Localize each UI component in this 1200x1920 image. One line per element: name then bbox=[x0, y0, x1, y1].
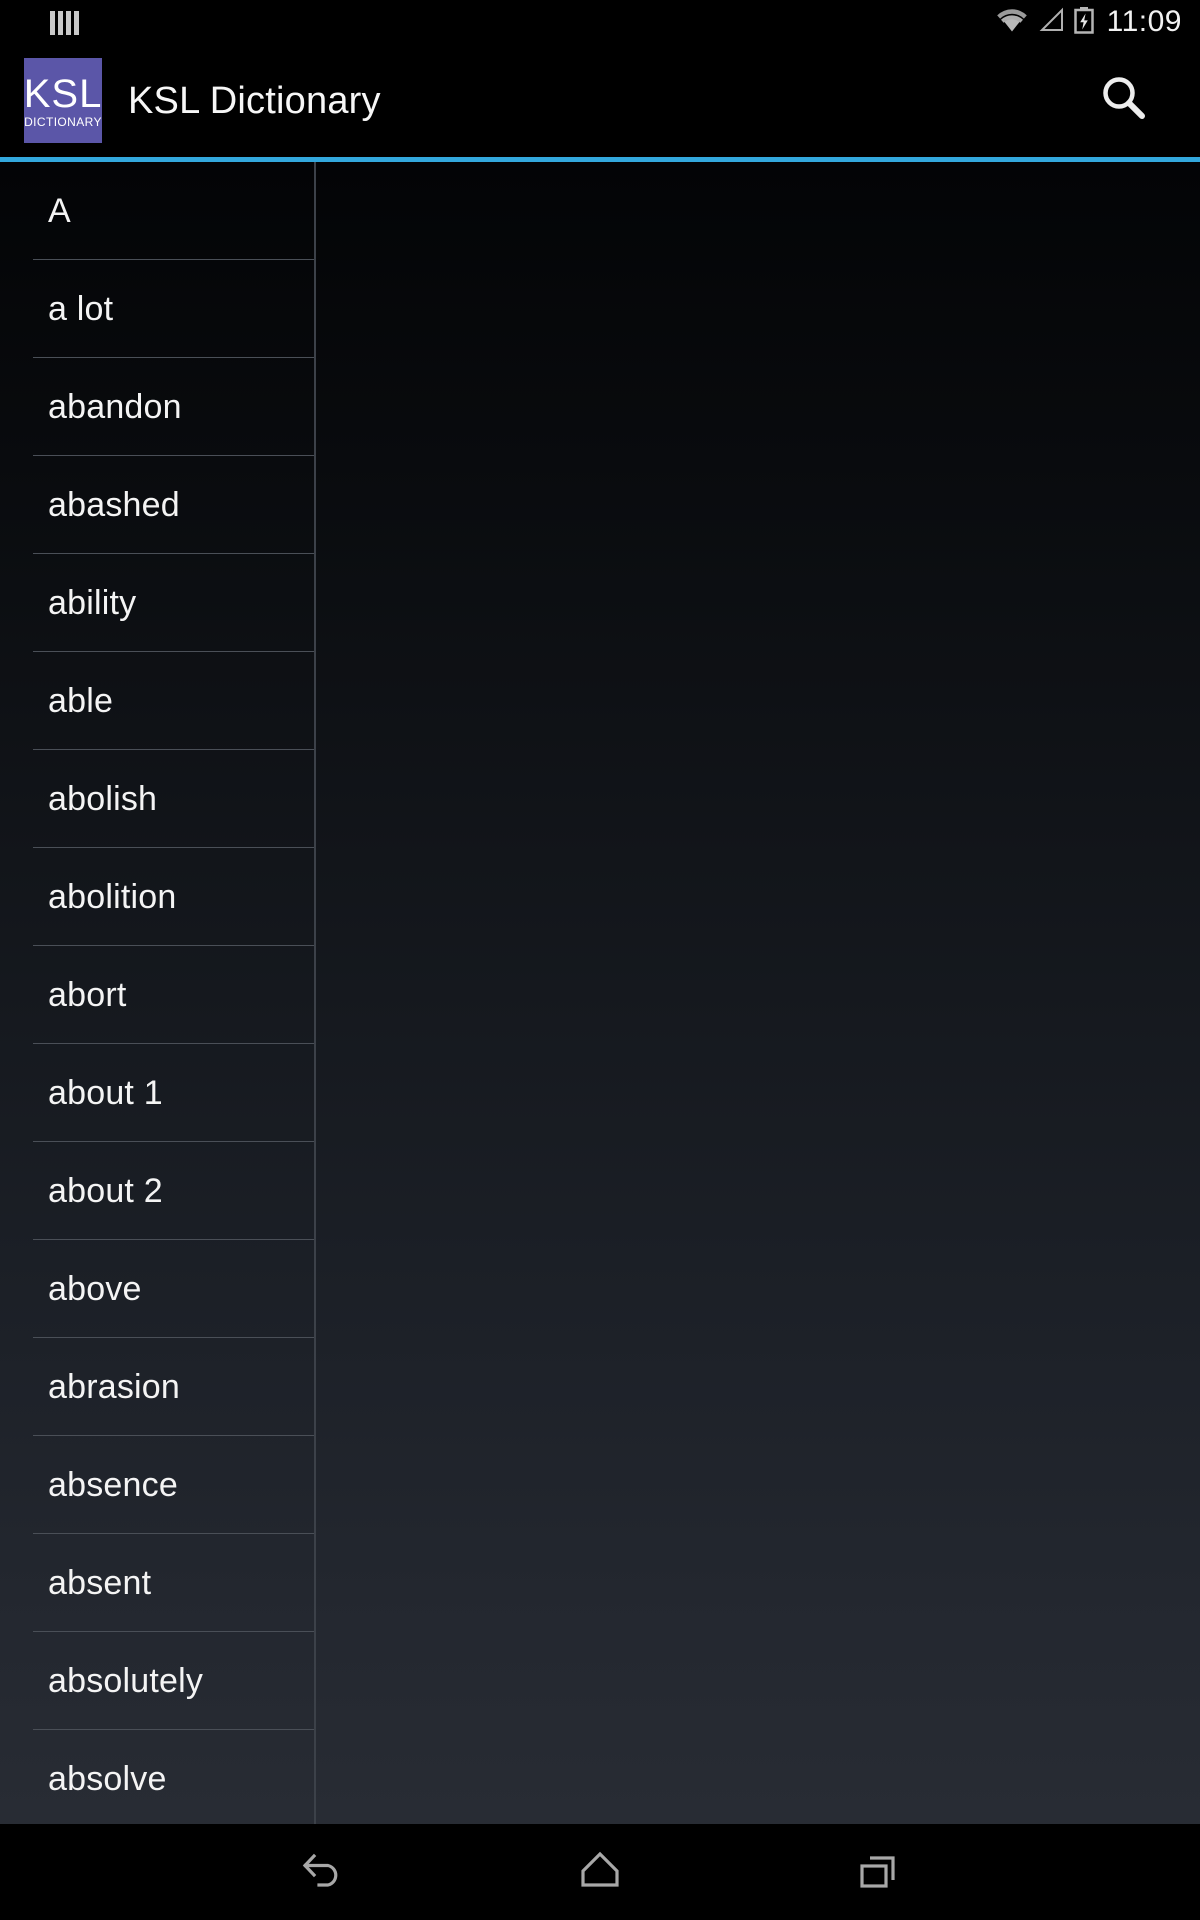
back-button[interactable] bbox=[268, 1824, 376, 1920]
notification-bars-icon bbox=[50, 9, 79, 35]
list-item[interactable]: abashed bbox=[0, 456, 314, 554]
list-item[interactable]: abolish bbox=[0, 750, 314, 848]
list-item[interactable]: absent bbox=[0, 1534, 314, 1632]
search-icon bbox=[1097, 71, 1151, 130]
list-item-label: abashed bbox=[48, 486, 180, 524]
list-item-label: ability bbox=[48, 584, 137, 622]
battery-charging-icon bbox=[1073, 6, 1095, 39]
list-item-label: absent bbox=[48, 1564, 152, 1602]
list-item[interactable]: abandon bbox=[0, 358, 314, 456]
list-item[interactable]: about 2 bbox=[0, 1142, 314, 1240]
search-button[interactable] bbox=[1082, 59, 1166, 143]
list-item-label: able bbox=[48, 682, 114, 720]
list-item[interactable]: abort bbox=[0, 946, 314, 1044]
list-item-label: abort bbox=[48, 976, 127, 1014]
list-item-label: abolition bbox=[48, 878, 177, 916]
word-list[interactable]: Aa lot abandon abashed ability able abolish ab… bbox=[0, 162, 316, 1824]
action-bar: KSL DICTIONARY KSL Dictionary bbox=[0, 44, 1200, 157]
list-item-label: about 1 bbox=[48, 1074, 163, 1112]
list-item[interactable]: abolition bbox=[0, 848, 314, 946]
list-item[interactable]: abrasion bbox=[0, 1338, 314, 1436]
list-item[interactable]: absolutely bbox=[0, 1632, 314, 1730]
status-bar-left bbox=[0, 9, 79, 35]
list-item-label: absolutely bbox=[48, 1662, 204, 1700]
cellular-signal-icon bbox=[1037, 7, 1065, 38]
list-item-label: abrasion bbox=[48, 1368, 181, 1406]
app-icon-line2: DICTIONARY bbox=[24, 115, 102, 129]
list-item-label: abandon bbox=[48, 388, 182, 426]
content-area: Aa lot abandon abashed ability able abolish ab… bbox=[0, 162, 1200, 1824]
list-item[interactable]: absence bbox=[0, 1436, 314, 1534]
back-arrow-icon bbox=[292, 1840, 352, 1905]
list-item-label: abolish bbox=[48, 780, 158, 818]
home-button[interactable] bbox=[546, 1824, 654, 1920]
app-icon-line1: KSL bbox=[24, 72, 102, 116]
list-item[interactable]: absolve bbox=[0, 1730, 314, 1824]
list-item-label: absence bbox=[48, 1466, 178, 1504]
list-item[interactable]: above bbox=[0, 1240, 314, 1338]
recent-apps-icon bbox=[848, 1840, 908, 1905]
status-bar-right: 11:09 bbox=[995, 0, 1200, 44]
list-item[interactable]: able bbox=[0, 652, 314, 750]
word-detail-pane bbox=[316, 162, 1200, 1824]
home-icon bbox=[570, 1840, 630, 1905]
list-item-label: about 2 bbox=[48, 1172, 163, 1210]
list-item[interactable]: about 1 bbox=[0, 1044, 314, 1142]
list-item[interactable]: a lot bbox=[0, 260, 314, 358]
list-item-label: absolve bbox=[48, 1760, 167, 1798]
app-screen: 11:09 KSL DICTIONARY KSL Dictionary Aa l… bbox=[0, 0, 1200, 1920]
list-item-label: above bbox=[48, 1270, 142, 1308]
page-title: KSL Dictionary bbox=[128, 79, 381, 122]
list-item-label: a lot bbox=[48, 290, 114, 328]
recent-apps-button[interactable] bbox=[824, 1824, 932, 1920]
list-item-label: A bbox=[48, 192, 71, 230]
list-item[interactable]: A bbox=[0, 162, 314, 260]
system-navigation-bar bbox=[0, 1824, 1200, 1920]
status-bar: 11:09 bbox=[0, 0, 1200, 44]
status-bar-clock: 11:09 bbox=[1106, 5, 1182, 38]
ksl-app-icon[interactable]: KSL DICTIONARY bbox=[24, 58, 102, 143]
wifi-icon bbox=[995, 7, 1029, 38]
list-item[interactable]: ability bbox=[0, 554, 314, 652]
